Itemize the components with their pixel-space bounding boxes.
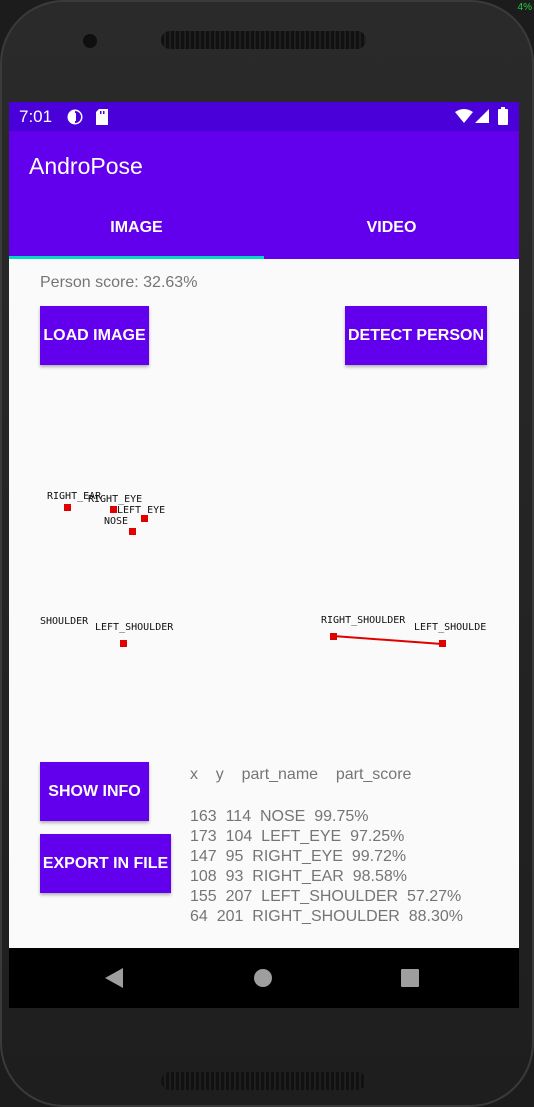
show-info-button[interactable]: SHOW INFO (40, 762, 149, 821)
home-icon[interactable] (254, 969, 272, 992)
tab-video[interactable]: VIDEO (264, 219, 519, 237)
navigation-bar (9, 948, 519, 1008)
app-title: AndroPose (29, 153, 143, 179)
info-row: 173 104 LEFT_EYE 97.25% (190, 828, 405, 845)
nose-label: NOSE (104, 516, 128, 527)
left-shoulder-label: LEFT_SHOULDER (95, 622, 174, 633)
back-icon[interactable] (105, 968, 123, 993)
left-shoulder-keypoint (120, 640, 127, 647)
status-bar: 7:01 (9, 102, 519, 131)
bottom-speaker (161, 1072, 366, 1090)
data-saver-icon (66, 108, 84, 131)
left-eye-keypoint (141, 515, 148, 522)
right-eye-keypoint (110, 506, 117, 513)
right-shoulder-label: RIGHT_SHOULDER (321, 615, 406, 626)
screen: 7:01 AndroPose IMAGE VIDEO Person score:… (9, 102, 519, 1008)
left-shoulder-label-2: LEFT_SHOULDE (414, 622, 486, 633)
battery-icon (498, 107, 508, 130)
shoulder-partial-label: SHOULDER (40, 616, 89, 627)
corner-badge: 4% (517, 2, 532, 13)
signal-icon (475, 109, 489, 128)
export-in-file-button[interactable]: EXPORT IN FILE (40, 834, 171, 893)
info-table-header: x y part_name part_score (190, 766, 412, 783)
phone-frame: 4% 7:01 AndroPose IMAGE VIDEO Person sco… (0, 0, 534, 1107)
right-shoulder-keypoint (330, 633, 337, 640)
status-time: 7:01 (19, 107, 53, 126)
right-ear-keypoint (64, 504, 71, 511)
pose-canvas: RIGHT_EAR RIGHT_EYE LEFT_EYE NOSE SHOULD… (40, 491, 486, 647)
wifi-icon (455, 109, 473, 128)
left-eye-label: LEFT_EYE (117, 505, 165, 516)
nose-keypoint (129, 528, 136, 535)
info-row: 108 93 RIGHT_EAR 98.58% (190, 868, 407, 885)
main-content: Person score: 32.63% LOAD IMAGE DETECT P… (9, 259, 519, 948)
left-shoulder-keypoint-2 (439, 640, 446, 647)
info-row: 155 207 LEFT_SHOULDER 57.27% (190, 888, 462, 905)
info-row: 147 95 RIGHT_EYE 99.72% (190, 848, 407, 865)
tab-image[interactable]: IMAGE (9, 219, 264, 237)
info-row: 64 201 RIGHT_SHOULDER 88.30% (190, 908, 464, 925)
sd-card-icon (95, 108, 109, 131)
front-camera (83, 34, 97, 48)
app-bar: AndroPose IMAGE VIDEO (9, 131, 519, 259)
earpiece-speaker (161, 31, 366, 49)
info-row: 163 114 NOSE 99.75% (190, 808, 369, 825)
right-eye-label: RIGHT_EYE (88, 494, 142, 505)
recents-icon[interactable] (401, 969, 419, 992)
shoulder-line (332, 635, 443, 645)
